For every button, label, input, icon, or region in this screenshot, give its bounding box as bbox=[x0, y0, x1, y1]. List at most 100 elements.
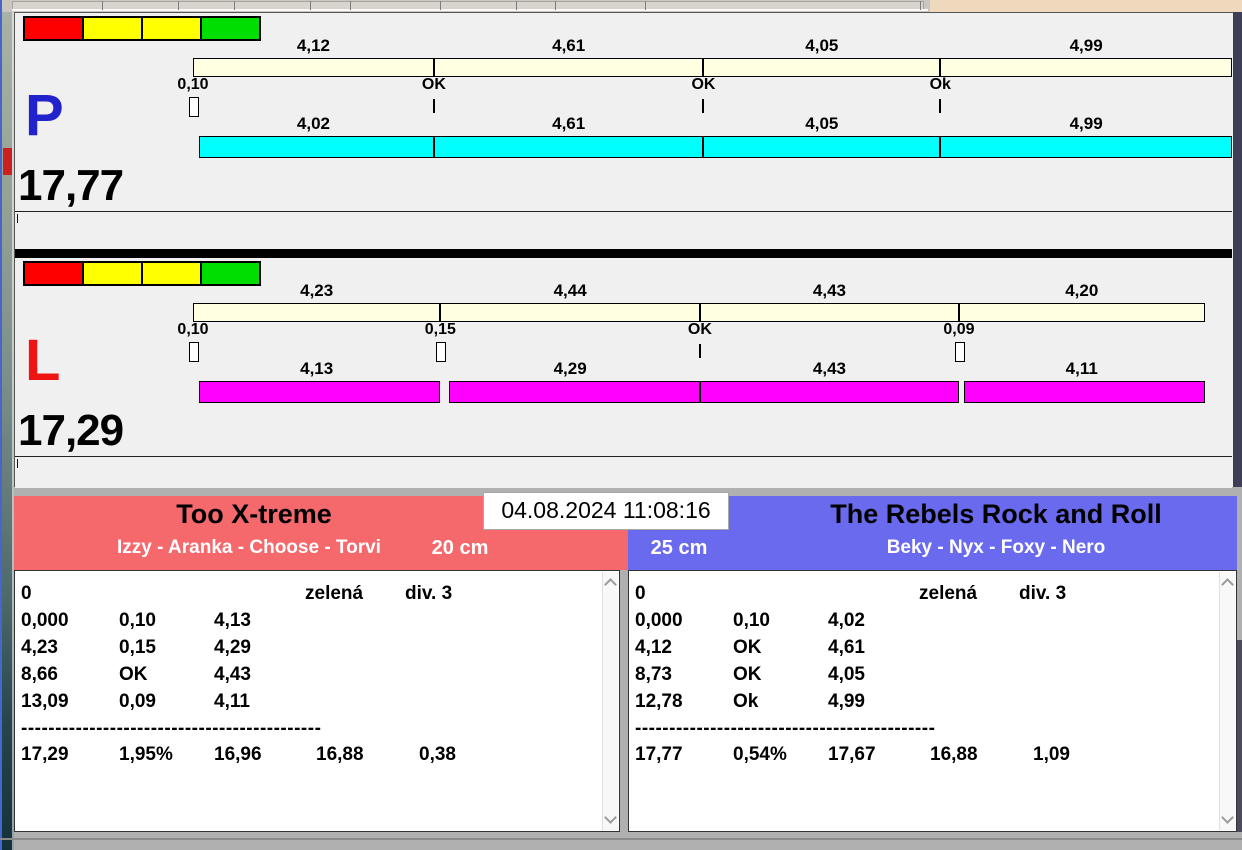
reference-bar-segment bbox=[193, 303, 441, 322]
faults-count: 0 bbox=[21, 583, 32, 604]
cumulative-time: 8,73 bbox=[635, 664, 672, 685]
background-window-edge-right-lower bbox=[1237, 640, 1242, 832]
background-window-edge[interactable] bbox=[0, 0, 14, 850]
changeover-value: OK bbox=[733, 664, 762, 685]
result-table-left[interactable]: 0 zelená div. 3 0,000 0,10 4,13 4,23 0,15 4,29 8,… bbox=[14, 570, 620, 832]
separator-row: ----------------------------------------… bbox=[635, 718, 936, 739]
cumulative-time: 12,78 bbox=[635, 691, 683, 712]
run-split-label: 4,13 bbox=[300, 359, 334, 378]
lane-letter-L: L bbox=[25, 328, 61, 393]
ok-tick-mark bbox=[939, 99, 942, 113]
changeover-value: OK bbox=[733, 637, 762, 658]
run-split-label: 4,02 bbox=[296, 114, 330, 133]
split-time: 4,13 bbox=[214, 610, 251, 631]
indicator-cell bbox=[141, 16, 202, 41]
jump-height-right: 25 cm bbox=[650, 537, 708, 559]
cumulative-time: 4,23 bbox=[21, 637, 58, 658]
titlebar-separator bbox=[516, 1, 517, 10]
background-window-fragment bbox=[3, 148, 12, 175]
total-value: 16,96 bbox=[214, 744, 262, 765]
run-split-label: 4,99 bbox=[1069, 114, 1103, 133]
changeover-label: OK bbox=[421, 76, 446, 93]
cumulative-time: 8,66 bbox=[21, 664, 58, 685]
window-frame-edge bbox=[0, 0, 2, 850]
reference-split-label: 4,99 bbox=[1069, 36, 1103, 55]
titlebar-separator bbox=[350, 1, 351, 10]
changeover-label: Ok bbox=[929, 76, 951, 93]
reference-split-label: 4,05 bbox=[805, 36, 839, 55]
ok-tick-mark bbox=[432, 99, 435, 113]
reference-bar-segment bbox=[699, 303, 959, 322]
cumulative-time: 4,12 bbox=[635, 637, 672, 658]
split-time: 4,61 bbox=[828, 637, 865, 658]
total-value: 1,09 bbox=[1033, 744, 1070, 765]
titlebar-separator bbox=[440, 1, 441, 10]
penalty-marker-box bbox=[189, 342, 199, 362]
changeover-label: 0,09 bbox=[943, 321, 975, 338]
split-time: 4,02 bbox=[828, 610, 865, 631]
reference-bar-segment bbox=[703, 58, 941, 77]
changeover-value: 0,10 bbox=[119, 610, 156, 631]
background-window-titlebar[interactable] bbox=[2, 0, 1242, 12]
indicator-cell bbox=[141, 261, 202, 286]
reference-bar-segment bbox=[958, 303, 1205, 322]
reference-split-label: 4,23 bbox=[300, 281, 334, 300]
run-bar-segment bbox=[940, 136, 1232, 158]
run-split-label: 4,05 bbox=[805, 114, 839, 133]
titlebar-beige-section bbox=[930, 0, 1242, 12]
scroll-up-icon[interactable] bbox=[1221, 578, 1234, 591]
lane-letter-P: P bbox=[25, 83, 64, 148]
run-bar-segment bbox=[198, 381, 441, 403]
indicator-cell bbox=[82, 261, 143, 286]
ok-tick-mark bbox=[698, 344, 701, 358]
changeover-value: 0,09 bbox=[119, 691, 156, 712]
status-indicator bbox=[23, 16, 261, 41]
total-value: 17,29 bbox=[21, 744, 69, 765]
timing-display-area: P 17,77 4,12 0,10 4,02 4,61 OK 4,61 4,05 OK 4,05… bbox=[14, 12, 1233, 488]
scroll-up-icon[interactable] bbox=[604, 578, 617, 591]
faults-count: 0 bbox=[635, 583, 646, 604]
indicator-cell bbox=[200, 16, 261, 41]
changeover-label: 0,10 bbox=[177, 76, 209, 93]
jump-height-left: 20 cm bbox=[431, 537, 489, 559]
indicator-cell bbox=[23, 261, 84, 286]
card-status: zelená bbox=[919, 583, 978, 604]
titlebar-separator bbox=[555, 1, 556, 10]
run-split-label: 4,29 bbox=[553, 359, 587, 378]
run-bar-segment bbox=[198, 136, 434, 158]
scrollbar[interactable] bbox=[602, 572, 618, 830]
background-window-edge-right bbox=[1233, 12, 1242, 487]
team-name-right: The Rebels Rock and Roll bbox=[830, 499, 1162, 529]
text-caret bbox=[17, 459, 18, 468]
titlebar-separator bbox=[234, 1, 235, 10]
run-bar-segment bbox=[449, 381, 700, 403]
lane-total-time-P: 17,77 bbox=[18, 161, 124, 210]
changeover-value: Ok bbox=[733, 691, 759, 712]
changeover-label: 0,10 bbox=[177, 321, 209, 338]
run-bar-segment bbox=[703, 136, 941, 158]
titlebar-separator bbox=[645, 1, 646, 10]
run-split-label: 4,11 bbox=[1065, 359, 1098, 378]
titlebar-separator bbox=[178, 1, 179, 10]
cumulative-time: 13,09 bbox=[21, 691, 69, 712]
penalty-marker-box bbox=[954, 342, 965, 362]
scroll-down-icon[interactable] bbox=[1221, 811, 1234, 824]
reference-split-label: 4,61 bbox=[552, 36, 586, 55]
split-time: 4,43 bbox=[214, 664, 251, 685]
reference-split-label: 4,20 bbox=[1065, 281, 1099, 300]
status-indicator bbox=[23, 261, 261, 286]
changeover-value: 0,15 bbox=[119, 637, 156, 658]
division-label: div. 3 bbox=[405, 583, 453, 604]
panel-underline bbox=[15, 211, 1232, 212]
timing-panel-L: L 17,29 4,23 0,10 4,13 4,44 0,15 4,29 4,43 OK 4,… bbox=[15, 258, 1232, 488]
timing-panel-P: P 17,77 4,12 0,10 4,02 4,61 OK 4,61 4,05 OK 4,05… bbox=[15, 13, 1232, 249]
split-time: 4,99 bbox=[828, 691, 865, 712]
total-value: 17,67 bbox=[828, 744, 876, 765]
ok-tick-mark bbox=[702, 99, 705, 113]
scroll-down-icon[interactable] bbox=[604, 811, 617, 824]
changeover-label: OK bbox=[691, 76, 716, 93]
titlebar-separator bbox=[920, 1, 921, 10]
penalty-marker-box bbox=[189, 97, 199, 117]
result-table-right[interactable]: 0 zelená div. 3 0,000 0,10 4,02 4,12 OK 4,61 8,73… bbox=[628, 570, 1237, 832]
scrollbar[interactable] bbox=[1219, 572, 1235, 830]
